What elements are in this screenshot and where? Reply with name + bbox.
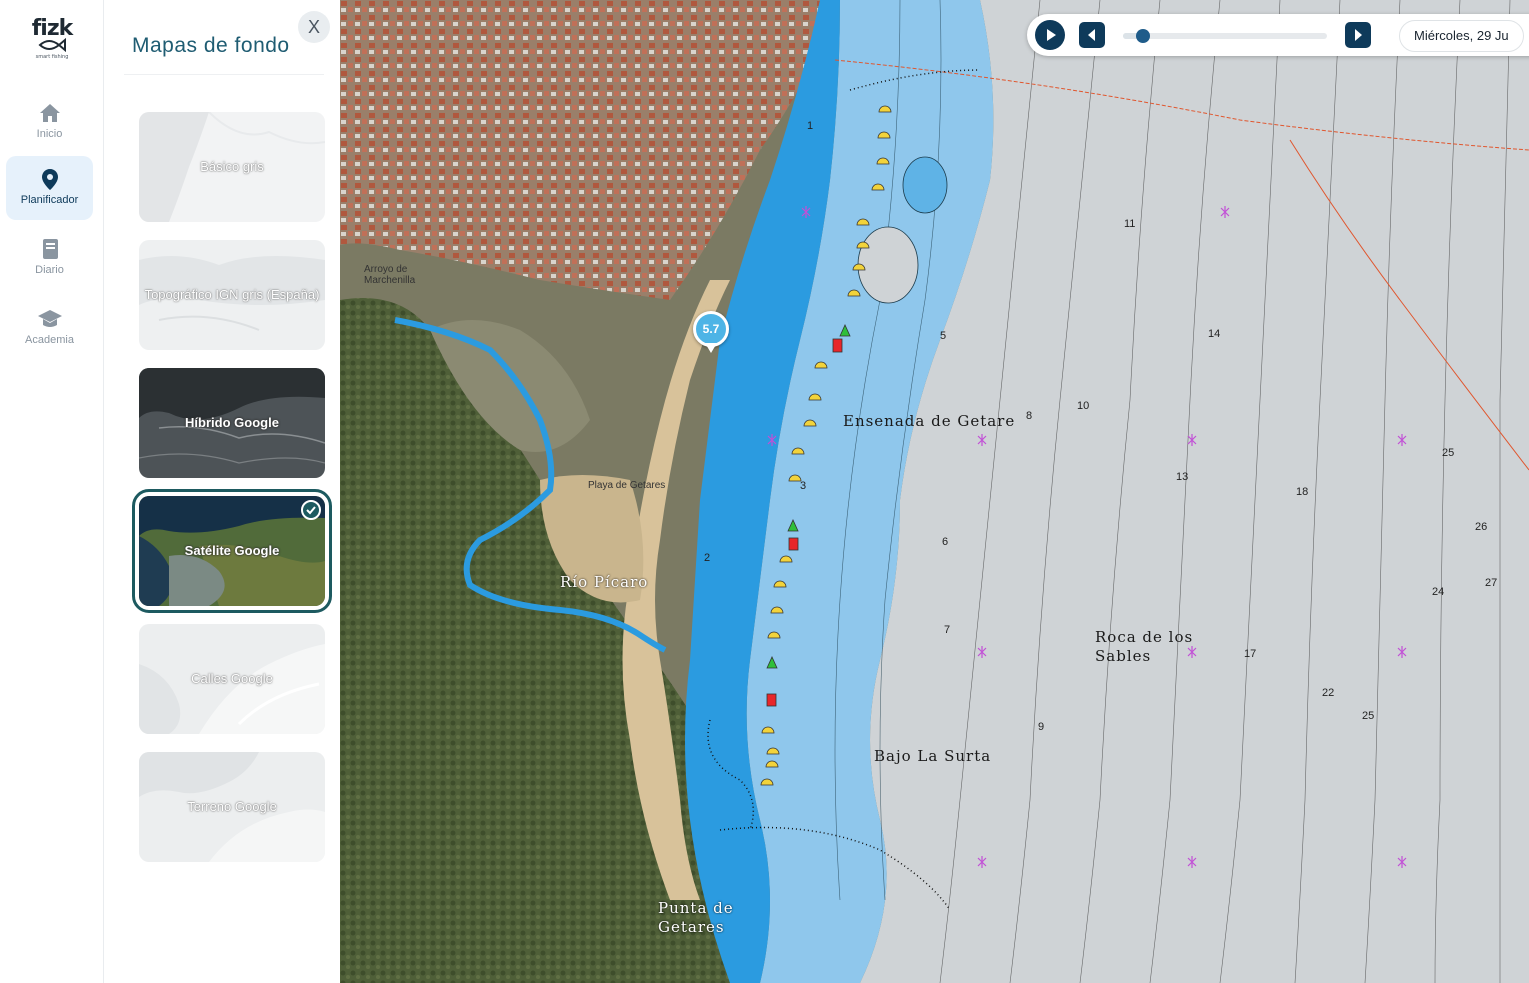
basemap-tile-calles-google[interactable]: Calles Google [139, 624, 325, 734]
depth-sounding: 25 [1442, 447, 1455, 459]
nav-item-label: Academia [25, 334, 74, 346]
marker-tip [705, 343, 717, 353]
tile-label: Topográfico IGN gris (España) [144, 287, 320, 302]
step-forward-icon [1355, 29, 1362, 41]
play-button[interactable] [1035, 20, 1065, 50]
step-forward-button[interactable] [1345, 22, 1371, 48]
map-label-bajo: Bajo La Surta [874, 747, 992, 765]
home-icon [39, 104, 60, 122]
selected-check-icon [301, 500, 321, 520]
basemap-panel: Mapas de fondo X Básico gris Topográfico… [104, 0, 340, 983]
basemap-tile-hibrido-google[interactable]: Híbrido Google [139, 368, 325, 478]
depth-sounding: 26 [1475, 521, 1488, 533]
map-label-ensenada: Ensenada de Getare [843, 412, 1016, 430]
depth-sounding: 27 [1485, 577, 1498, 589]
step-back-icon [1088, 29, 1095, 41]
nav-item-planificador[interactable]: Planificador [6, 156, 93, 220]
map-label-punta: Punta de Getares [658, 899, 734, 936]
basemap-tile-topografico[interactable]: Topográfico IGN gris (España) [139, 240, 325, 350]
depth-sounding: 17 [1244, 648, 1257, 660]
depth-sounding: 14 [1208, 328, 1221, 340]
depth-sounding: 11 [1124, 218, 1136, 230]
depth-sounding: 25 [1362, 710, 1375, 722]
location-marker[interactable]: 5.7 [693, 311, 729, 355]
map-label-playa: Playa de Getares [588, 480, 666, 491]
depth-sounding: 13 [1176, 471, 1189, 483]
nav-item-academia[interactable]: Academia [6, 296, 93, 360]
tile-label: Híbrido Google [185, 415, 279, 430]
tile-label: Terreno Google [187, 799, 277, 814]
nav-item-label: Planificador [20, 194, 79, 206]
basemap-tile-terreno-google[interactable]: Terreno Google [139, 752, 325, 862]
panel-divider [124, 74, 324, 75]
tile-label: Satélite Google [184, 543, 280, 558]
app-logo[interactable]: fizk smart fishing [24, 18, 80, 64]
depth-sounding: 10 [1077, 400, 1090, 412]
tile-label: Calles Google [191, 671, 273, 686]
nav-item-inicio[interactable]: Inicio [6, 90, 93, 154]
tile-label: Básico gris [200, 159, 264, 174]
depth-sounding: 2 [704, 552, 711, 564]
basemap-tile-basico-gris[interactable]: Básico gris [139, 112, 325, 222]
fish-logo-icon [38, 38, 66, 52]
depth-sounding: 3 [800, 480, 807, 492]
nav-item-label: Inicio [36, 128, 63, 140]
book-icon [42, 239, 58, 259]
graduation-cap-icon [37, 310, 62, 327]
map-canvas[interactable] [340, 0, 1529, 983]
depth-sounding: 22 [1322, 687, 1335, 699]
basemap-tile-satelite-google[interactable]: Satélite Google [132, 489, 332, 613]
depth-sounding: 5 [940, 330, 947, 342]
map-label-roca: Roca de los Sables [1095, 628, 1194, 665]
depth-sounding: 7 [944, 624, 951, 636]
nav-item-label: Diario [35, 264, 64, 276]
play-icon [1047, 29, 1056, 41]
date-selector[interactable]: Miércoles, 29 Ju [1399, 20, 1524, 52]
step-back-button[interactable] [1079, 22, 1105, 48]
brand-tagline: smart fishing [35, 54, 69, 60]
location-pin-icon [41, 169, 58, 190]
close-panel-button[interactable]: X [298, 11, 330, 43]
depth-sounding: 6 [942, 536, 949, 548]
nav-item-diario[interactable]: Diario [6, 226, 93, 290]
depth-sounding: 9 [1038, 721, 1045, 733]
timeline-bar: Miércoles, 29 Ju [1027, 14, 1529, 56]
brand-name: fizk [31, 16, 74, 41]
depth-sounding: 18 [1296, 486, 1309, 498]
map-label-rio: Río Pícaro [560, 573, 649, 591]
nautical-map[interactable]: Ensenada de Getare Roca de los Sables Ba… [340, 0, 1529, 983]
depth-sounding: 24 [1432, 586, 1445, 598]
depth-sounding: 8 [1026, 410, 1033, 422]
left-navigation: fizk smart fishing Inicio Planificador D… [0, 0, 104, 983]
timeline-slider[interactable] [1123, 29, 1327, 43]
panel-title: Mapas de fondo [132, 34, 290, 57]
map-label-arroyo: Arroyo de Marchenilla [364, 264, 416, 286]
depth-sounding: 1 [807, 120, 814, 132]
marker-value: 5.7 [693, 311, 729, 347]
timeline-handle[interactable] [1136, 29, 1151, 43]
